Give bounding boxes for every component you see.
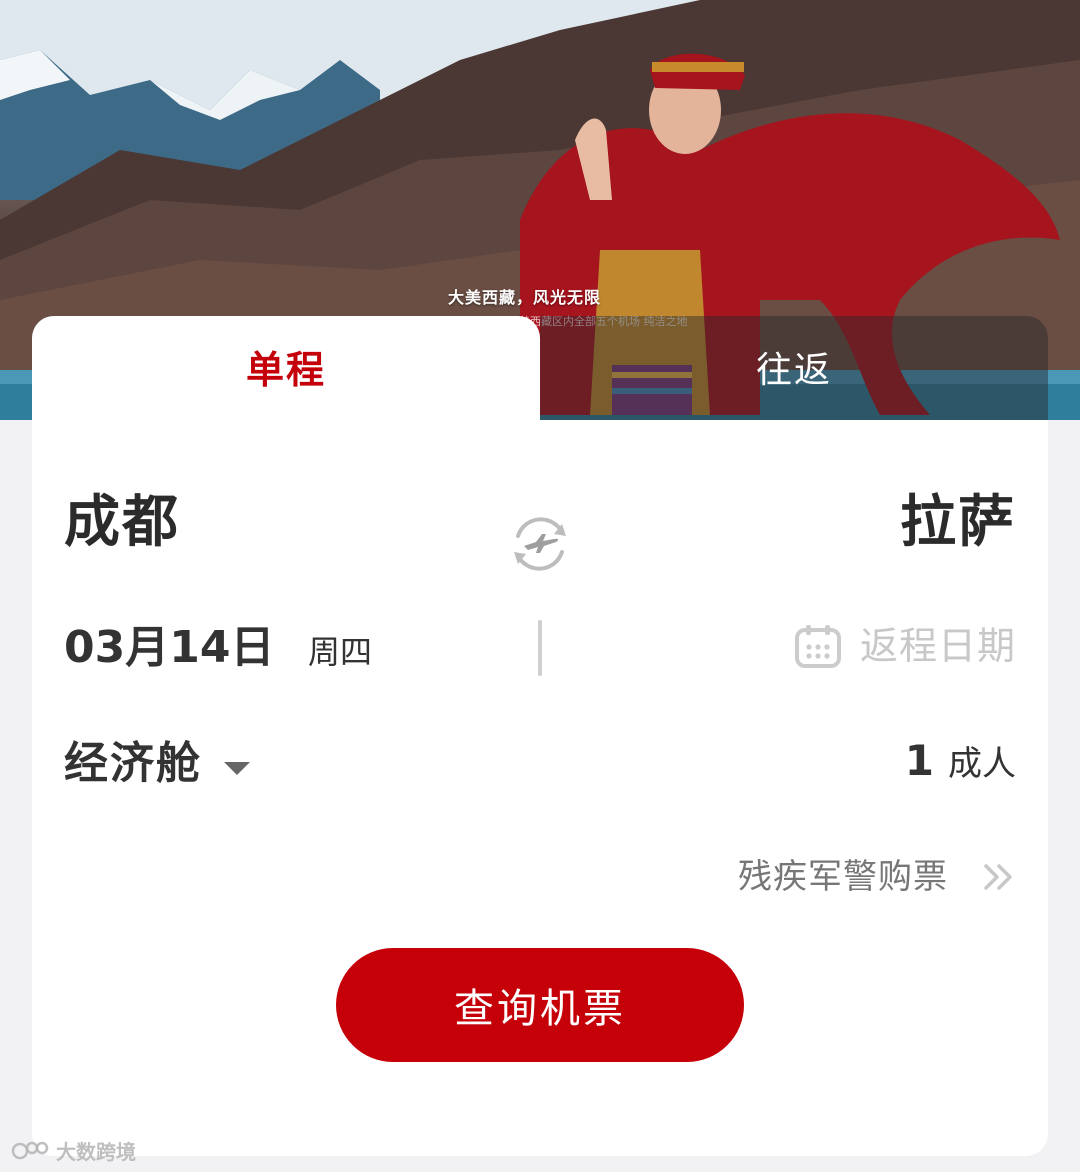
depart-date[interactable]: 03月14日 [64, 620, 274, 676]
special-ticket-link[interactable]: 残疾军警购票 [738, 852, 1016, 902]
return-date-button[interactable]: 返程日期 [794, 620, 1016, 672]
hero-caption: 大美西藏，风光无限 [448, 288, 602, 307]
return-date-placeholder: 返程日期 [859, 624, 1016, 668]
watermark-label: 大数跨境 [56, 1140, 136, 1164]
tab-round-trip[interactable]: 往返 [540, 316, 1048, 420]
search-flights-button[interactable]: 查询机票 [336, 948, 744, 1062]
date-divider [538, 620, 542, 676]
watermark-logo-icon [11, 1141, 49, 1159]
passenger-count: 1 [904, 736, 934, 785]
cabin-class-select[interactable]: 经济舱 [64, 734, 250, 794]
swap-plane-icon [514, 517, 566, 571]
cabin-class-label: 经济舱 [64, 738, 202, 789]
watermark: 大数跨境 [10, 1136, 136, 1165]
double-chevron-right-icon [984, 864, 1012, 890]
tab-one-way-label: 单程 [245, 347, 326, 392]
chevron-down-icon [224, 761, 250, 775]
passenger-select[interactable]: 1 成人 [905, 736, 1016, 785]
tab-round-trip-label: 往返 [755, 350, 832, 391]
origin-city[interactable]: 成都 [64, 488, 180, 558]
tab-one-way[interactable]: 单程 [32, 316, 540, 424]
destination-city[interactable]: 拉萨 [900, 488, 1016, 558]
swap-cities-button[interactable] [506, 510, 574, 578]
special-ticket-label: 残疾军警购票 [738, 857, 948, 897]
depart-weekday: 周四 [308, 633, 373, 671]
passenger-type: 成人 [948, 744, 1016, 784]
calendar-icon [794, 625, 841, 668]
search-flights-label: 查询机票 [454, 986, 626, 1032]
